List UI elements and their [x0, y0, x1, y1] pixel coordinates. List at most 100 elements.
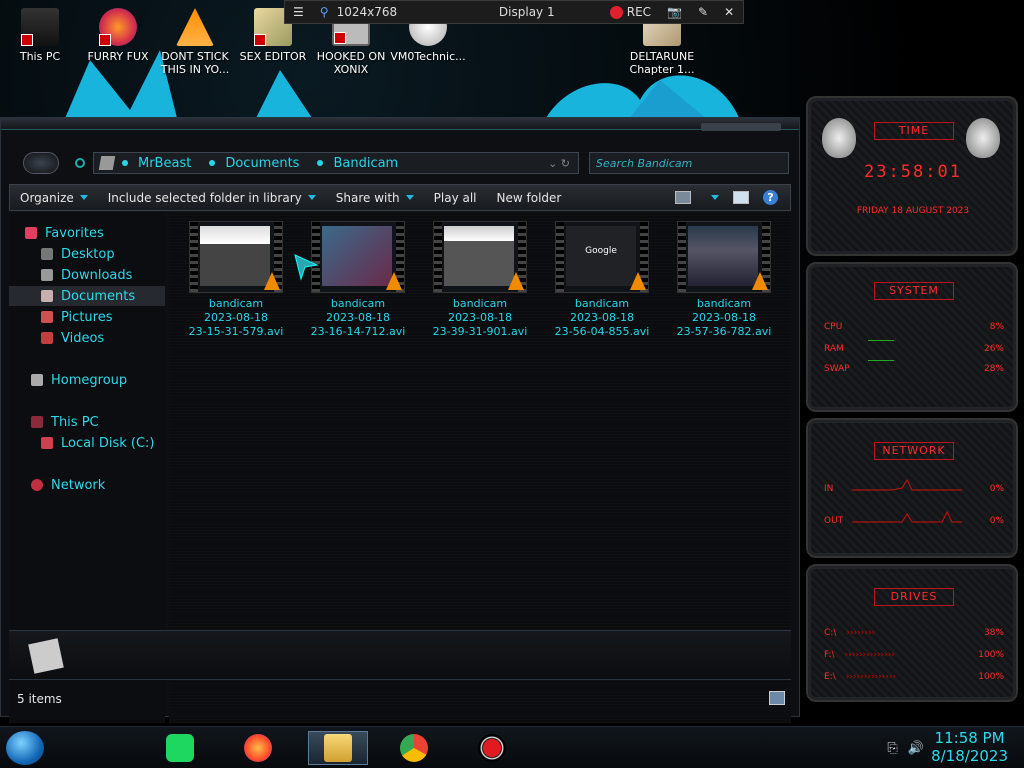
star-icon — [25, 227, 37, 239]
vlc-cone-icon — [176, 8, 214, 46]
documents-icon — [41, 290, 53, 302]
nav-documents[interactable]: Documents — [9, 286, 165, 306]
network-sparkline — [852, 478, 962, 523]
file-item[interactable]: bandicam 2023-08-18 23-57-36-782.avi — [669, 221, 779, 339]
camera-icon[interactable]: 📷 — [659, 1, 690, 23]
system-gadget: SYSTEM CPU 8% RAM 26% SWAP 28% — [806, 262, 1018, 412]
video-thumbnail — [677, 221, 771, 293]
folder-icon — [98, 156, 116, 170]
menu-icon[interactable]: ☰ — [285, 1, 312, 23]
ram-graph — [868, 340, 894, 341]
clock-time: 11:58 PM — [934, 729, 1005, 747]
organize-button[interactable]: Organize — [10, 191, 98, 205]
explorer-window: MrBeast Documents Bandicam ⌄ ↻ Search Ba… — [0, 117, 800, 723]
view-dropdown-icon[interactable] — [711, 195, 719, 200]
close-icon[interactable]: ✕ — [716, 1, 742, 23]
download-icon — [41, 269, 53, 281]
breadcrumb-mrbeast[interactable]: MrBeast — [138, 156, 191, 171]
video-thumbnail — [189, 221, 283, 293]
nav-desktop[interactable]: Desktop — [9, 244, 165, 264]
pencil-icon[interactable]: ✎ — [690, 1, 716, 23]
vlc-cone-icon — [508, 272, 524, 290]
desktop: This PC FURRY FUX DONT STICK THIS IN YO.… — [0, 0, 1024, 768]
cpu-row: CPU 8% — [824, 322, 1004, 332]
command-bar: Organize Include selected folder in libr… — [9, 184, 791, 211]
back-button[interactable] — [23, 152, 59, 174]
video-thumbnail — [433, 221, 527, 293]
gadget-title: DRIVES — [874, 588, 954, 606]
desktop-icon-label: FURRY FUX — [87, 50, 149, 63]
taskbar-firefox[interactable] — [228, 731, 288, 765]
display-label: Display 1 — [498, 5, 555, 19]
details-pane — [9, 630, 791, 680]
help-icon[interactable]: ? — [763, 190, 778, 205]
folder-icon — [324, 734, 352, 762]
play-all-button[interactable]: Play all — [424, 191, 487, 205]
nav-homegroup[interactable]: Homegroup — [9, 370, 165, 390]
resolution-control[interactable]: ⚲ 1024x768 — [312, 1, 452, 23]
network-tray-icon[interactable]: ⎘ — [887, 741, 897, 756]
refresh-icon[interactable]: ⌄ ↻ — [548, 157, 578, 170]
firefox-icon — [99, 8, 137, 46]
desktop-icon-dont-stick[interactable]: DONT STICK THIS IN YO... — [155, 4, 235, 76]
breadcrumb-documents[interactable]: Documents — [225, 156, 299, 171]
file-item[interactable]: bandicam 2023-08-18 23-16-14-712.avi — [303, 221, 413, 339]
taskbar-chrome[interactable] — [384, 731, 444, 765]
drives-gadget: DRIVES C:\ ›››››››› 38% F:\ ›››››››››››››› 1… — [806, 564, 1018, 702]
time-gadget: TIME 23:58:01 FRIDAY 18 AUGUST 2023 — [806, 96, 1018, 256]
file-item[interactable]: Google bandicam 2023-08-18 23-56-04-855.av… — [547, 221, 657, 339]
breadcrumb-bandicam[interactable]: Bandicam — [333, 156, 398, 171]
system-tray: ⎘ 🔊 — [887, 741, 924, 756]
start-button[interactable] — [6, 731, 44, 765]
computer-icon — [21, 8, 59, 46]
swap-graph — [868, 360, 894, 361]
spotify-icon — [166, 734, 194, 762]
desktop-icon-this-pc[interactable]: This PC — [0, 4, 80, 63]
taskbar-bandicam[interactable] — [462, 731, 522, 765]
forward-button[interactable] — [75, 158, 85, 168]
volume-icon[interactable]: 🔊 — [908, 741, 924, 756]
gadget-title: SYSTEM — [874, 282, 954, 300]
nav-videos[interactable]: Videos — [9, 328, 165, 348]
file-item[interactable]: bandicam 2023-08-18 23-39-31-901.avi — [425, 221, 535, 339]
video-thumbnail: Google — [555, 221, 649, 293]
desktop-icon-furry-fux[interactable]: FURRY FUX — [78, 4, 158, 63]
change-view-icon[interactable] — [675, 191, 691, 204]
nav-favorites[interactable]: Favorites — [9, 223, 165, 243]
nav-this-pc[interactable]: This PC — [9, 412, 165, 432]
alien-head-icon — [966, 118, 1000, 158]
swap-row: SWAP 28% — [824, 364, 1004, 374]
vlc-cone-icon — [752, 272, 768, 290]
include-in-library-button[interactable]: Include selected folder in library — [98, 191, 326, 205]
alien-head-icon — [822, 118, 856, 158]
nav-pictures[interactable]: Pictures — [9, 307, 165, 327]
rec-button[interactable]: REC — [602, 1, 659, 23]
taskbar-explorer[interactable] — [308, 731, 368, 765]
search-input[interactable]: Search Bandicam — [589, 152, 789, 174]
address-bar[interactable]: MrBeast Documents Bandicam ⌄ ↻ — [93, 152, 579, 174]
network-gadget: NETWORK IN 0% OUT 0% — [806, 418, 1018, 558]
taskbar-clock[interactable]: 11:58 PM 8/18/2023 — [931, 729, 1008, 765]
firefox-icon — [244, 734, 272, 762]
new-folder-button[interactable]: New folder — [487, 191, 572, 205]
resolution-label: 1024x768 — [336, 5, 398, 19]
computer-icon — [31, 416, 43, 428]
desktop-icon — [41, 248, 53, 260]
nav-network[interactable]: Network — [9, 475, 165, 495]
record-icon — [609, 5, 623, 19]
recorder-toolbar: ☰ ⚲ 1024x768 Display 1 REC 📷 ✎ ✕ — [284, 0, 744, 24]
gadget-title: TIME — [874, 122, 954, 140]
large-icons-view-icon[interactable] — [769, 691, 785, 705]
file-item[interactable]: bandicam 2023-08-18 23-15-31-579.avi — [181, 221, 291, 339]
display-selector[interactable]: Display 1 — [452, 1, 602, 23]
nav-local-disk[interactable]: Local Disk (C:) — [9, 433, 165, 453]
network-icon — [31, 479, 43, 491]
taskbar-spotify[interactable] — [150, 731, 210, 765]
share-with-button[interactable]: Share with — [326, 191, 424, 205]
clock-digital: 23:58:01 — [864, 162, 962, 182]
vlc-cone-icon — [386, 272, 402, 290]
nav-downloads[interactable]: Downloads — [9, 265, 165, 285]
preview-pane-icon[interactable] — [733, 191, 749, 204]
pin-icon: ⚲ — [319, 5, 329, 19]
window-frame — [1, 118, 799, 131]
